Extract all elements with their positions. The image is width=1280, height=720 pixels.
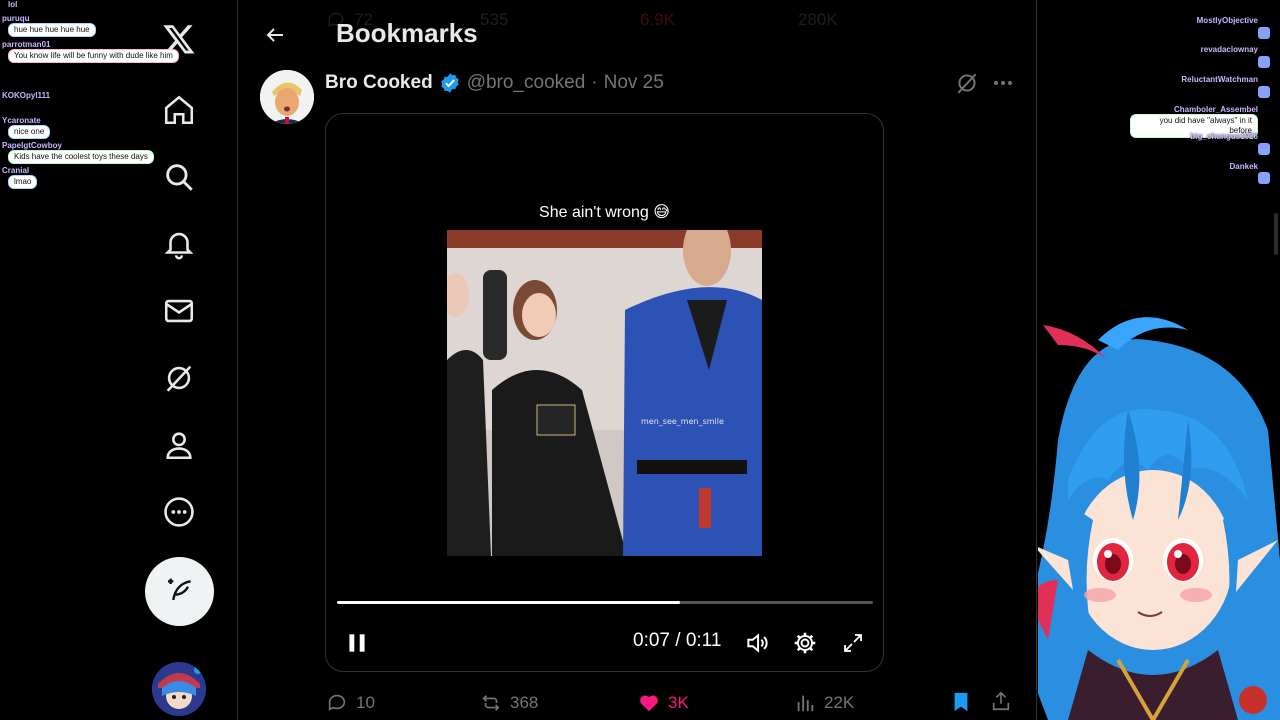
tweet-header: Bro Cooked @bro_cooked · Nov 25 bbox=[325, 70, 664, 96]
main-timeline-column: 72 535 6.9K 280K Bookmarks Bro Cooked @b… bbox=[238, 0, 1037, 720]
chat-user-badge-icon bbox=[1258, 86, 1270, 98]
chat-text: lmao bbox=[8, 175, 38, 189]
video-progress-bar[interactable] bbox=[337, 601, 873, 604]
fullscreen-expand-icon bbox=[844, 634, 862, 652]
chat-username: parrotman01 bbox=[2, 40, 51, 49]
tweet-date[interactable]: Nov 25 bbox=[604, 72, 664, 94]
chat-message: Dankek bbox=[1230, 162, 1258, 171]
left-navigation bbox=[0, 0, 238, 720]
grok-explain-button[interactable] bbox=[954, 70, 980, 96]
chat-message: PapelgtCowboy Kids have the coolest toys… bbox=[2, 141, 154, 164]
chat-message: lol bbox=[8, 0, 17, 9]
like-button[interactable]: 3K bbox=[638, 692, 689, 714]
chat-message: MostlyObjective bbox=[1197, 16, 1258, 25]
fullscreen-button[interactable] bbox=[837, 627, 869, 659]
chat-message: big_chungus1926 bbox=[1190, 132, 1258, 141]
bookmark-button[interactable] bbox=[950, 690, 972, 714]
chat-username: lol bbox=[8, 0, 18, 9]
reply-button[interactable]: 10 bbox=[326, 692, 375, 714]
chat-username: Dankek bbox=[1229, 162, 1258, 171]
page-scrollbar[interactable] bbox=[1274, 213, 1278, 255]
header-separator: · bbox=[591, 72, 598, 93]
chat-username: big_chungus1926 bbox=[1190, 132, 1258, 141]
tweet-more-button[interactable] bbox=[990, 70, 1016, 96]
grok-icon[interactable] bbox=[160, 359, 198, 397]
reply-bubble-icon bbox=[328, 694, 346, 711]
chat-username: PapelgtCowboy bbox=[2, 141, 63, 150]
chat-message: puruqu hue hue hue hue hue bbox=[2, 14, 96, 37]
page-title: Bookmarks bbox=[336, 18, 478, 48]
chat-username: MostlyObjective bbox=[1196, 16, 1258, 25]
profile-person-icon[interactable] bbox=[160, 426, 198, 464]
pause-icon bbox=[349, 634, 365, 652]
chat-message: ReluctantWatchman bbox=[1181, 75, 1258, 84]
grok-icon bbox=[957, 73, 977, 94]
view-count: 22K bbox=[824, 693, 855, 712]
tweet-author-avatar[interactable] bbox=[260, 70, 314, 124]
volume-icon bbox=[747, 633, 768, 653]
chat-message: KOKOpyl111 bbox=[2, 91, 50, 100]
chat-text: You know life will be funny with dude li… bbox=[8, 49, 179, 63]
share-upload-icon bbox=[992, 691, 1010, 711]
tweet-action-bar: 10 368 3K 22K bbox=[238, 690, 1037, 718]
notifications-bell-icon[interactable] bbox=[160, 225, 198, 263]
repost-button[interactable]: 368 bbox=[480, 692, 538, 714]
share-button[interactable] bbox=[990, 690, 1012, 712]
video-watermark: men_see_men_smile bbox=[641, 417, 724, 426]
video-time-readout: 0:07 / 0:11 bbox=[633, 630, 722, 651]
gear-icon bbox=[794, 632, 816, 654]
chat-message: parrotman01 You know life will be funny … bbox=[2, 40, 179, 63]
chat-username: KOKOpyl111 bbox=[2, 91, 51, 100]
chat-text: nice one bbox=[8, 125, 51, 139]
verified-badge-icon bbox=[440, 73, 459, 93]
back-arrow-icon bbox=[266, 28, 283, 42]
video-frame[interactable]: men_see_men_smile bbox=[447, 230, 762, 556]
heart-filled-icon bbox=[640, 695, 658, 712]
chat-username: Ycaronate bbox=[2, 116, 41, 125]
chat-username: puruqu bbox=[2, 14, 30, 23]
repost-icon bbox=[482, 695, 500, 711]
chat-username: revadaclownay bbox=[1200, 45, 1258, 54]
chat-username: ReluctantWatchman bbox=[1181, 75, 1258, 84]
reply-count: 10 bbox=[356, 693, 375, 712]
views-button[interactable]: 22K bbox=[794, 692, 854, 714]
chat-text: Kids have the coolest toys these days bbox=[8, 150, 154, 164]
bookmark-filled-icon bbox=[954, 692, 968, 712]
video-player[interactable]: She ain't wrong 😅 men_see_men_smile 0:07… bbox=[325, 113, 884, 672]
chat-user-badge-icon bbox=[1258, 172, 1270, 184]
chat-text: hue hue hue hue hue bbox=[8, 23, 96, 37]
chat-username: Cranial bbox=[2, 166, 30, 175]
video-scene-image: men_see_men_smile bbox=[447, 230, 762, 556]
page-header: Bookmarks bbox=[238, 0, 1037, 66]
more-dots-icon bbox=[994, 81, 1012, 85]
repost-count: 368 bbox=[510, 693, 539, 712]
more-options-icon[interactable] bbox=[160, 493, 198, 531]
video-progress-fill bbox=[337, 601, 680, 604]
author-handle[interactable]: @bro_cooked bbox=[467, 72, 586, 94]
video-caption: She ain't wrong 😅 bbox=[539, 204, 670, 221]
chat-message: Cranial lmao bbox=[2, 166, 38, 189]
video-settings-button[interactable] bbox=[789, 627, 821, 659]
explore-search-icon[interactable] bbox=[160, 158, 198, 196]
chat-user-badge-icon bbox=[1258, 143, 1270, 155]
account-avatar[interactable] bbox=[152, 662, 206, 716]
chat-message: revadaclownay bbox=[1201, 45, 1258, 54]
chat-message: Ycaronate nice one bbox=[2, 116, 51, 139]
chat-username: Chamboler_Assembel bbox=[1173, 105, 1258, 114]
home-icon[interactable] bbox=[160, 91, 198, 129]
play-pause-button[interactable] bbox=[341, 627, 373, 659]
author-display-name[interactable]: Bro Cooked bbox=[325, 72, 433, 94]
like-count: 3K bbox=[668, 693, 689, 712]
compose-feather-icon bbox=[167, 578, 191, 600]
chat-user-badge-icon bbox=[1258, 27, 1270, 39]
back-button[interactable] bbox=[260, 20, 290, 50]
views-bar-chart-icon bbox=[797, 695, 814, 712]
volume-button[interactable] bbox=[741, 627, 773, 659]
compose-post-button[interactable] bbox=[145, 557, 214, 626]
chat-user-badge-icon bbox=[1258, 56, 1270, 68]
messages-envelope-icon[interactable] bbox=[160, 292, 198, 330]
